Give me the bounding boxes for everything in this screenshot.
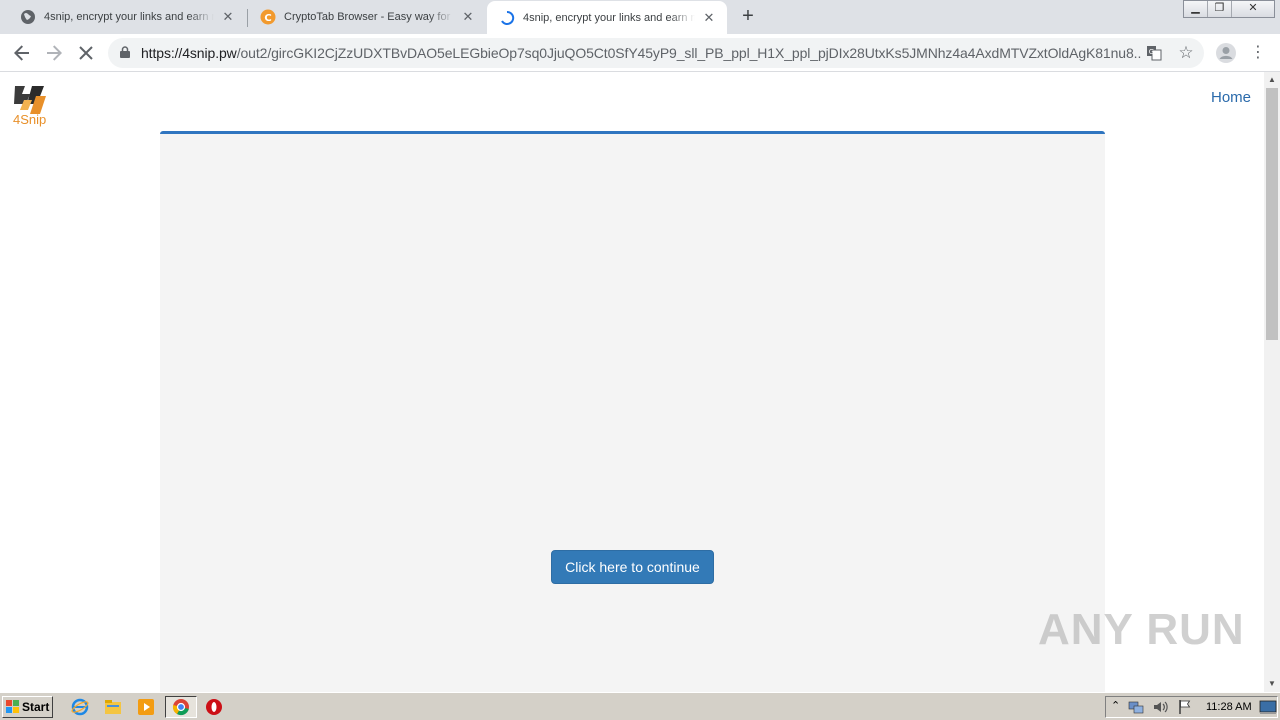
minimize-button[interactable]: ▁ (1184, 1, 1208, 17)
svg-text:G: G (1149, 48, 1154, 56)
action-center-flag-icon[interactable] (1177, 699, 1193, 715)
scrollbar-thumb[interactable] (1266, 88, 1278, 340)
globe-icon (20, 9, 36, 25)
chrome-icon (172, 699, 189, 716)
window-controls: ▁ ❐ ✕ (1183, 0, 1275, 18)
stop-loading-button[interactable] (72, 39, 100, 67)
start-button[interactable]: Start (2, 696, 53, 718)
anyrun-watermark: ANY RUN (1038, 605, 1250, 655)
show-desktop-icon[interactable] (1259, 699, 1277, 715)
internet-explorer-icon[interactable] (71, 698, 89, 716)
tab-title: CryptoTab Browser - Easy way for Bitcoin (284, 11, 454, 23)
watermark-text: ANY RUN (1038, 605, 1245, 654)
back-button[interactable] (8, 39, 36, 67)
account-icon (1216, 43, 1236, 63)
close-window-button[interactable]: ✕ (1232, 1, 1274, 17)
tab-cryptotab[interactable]: C CryptoTab Browser - Easy way for Bitco… (248, 0, 486, 34)
cryptotab-icon: C (260, 9, 276, 25)
lock-icon (120, 46, 130, 58)
network-icon[interactable] (1128, 699, 1144, 715)
close-icon[interactable]: ✕ (220, 9, 236, 25)
forward-button[interactable] (40, 39, 68, 67)
url-text: https://4snip.pw/out2/gircGKI2CjZzUDXTBv… (141, 45, 1141, 61)
tab-strip: 4snip, encrypt your links and earn money… (0, 0, 1280, 34)
volume-icon[interactable] (1152, 699, 1168, 715)
url-path: /out2/gircGKI2CjZzUDXTBvDAO5eLEGbieOp7sq… (236, 45, 1141, 61)
opera-icon[interactable] (205, 698, 223, 716)
address-bar[interactable]: https://4snip.pw/out2/gircGKI2CjZzUDXTBv… (108, 38, 1204, 68)
translate-icon[interactable]: G (1144, 43, 1164, 63)
profile-avatar[interactable] (1212, 39, 1240, 67)
loading-spinner-icon (499, 10, 515, 26)
close-icon[interactable]: ✕ (460, 9, 476, 25)
tab-4snip-1[interactable]: 4snip, encrypt your links and earn money… (8, 0, 246, 34)
scroll-up-arrow-icon[interactable]: ▲ (1264, 72, 1280, 88)
tab-4snip-active[interactable]: 4snip, encrypt your links and earn money… (487, 1, 727, 34)
menu-kebab-icon[interactable]: ⋮ (1244, 39, 1272, 67)
tab-title: 4snip, encrypt your links and earn money (523, 11, 695, 24)
restore-button[interactable]: ❐ (1208, 1, 1232, 17)
media-player-icon[interactable] (137, 698, 155, 716)
bookmark-star-icon[interactable]: ☆ (1176, 43, 1196, 63)
windows-logo-icon (6, 700, 19, 713)
url-host: https://4snip.pw (141, 45, 237, 61)
show-hidden-icons-icon[interactable]: ⌃ (1111, 699, 1120, 712)
arrow-left-icon (14, 45, 29, 61)
browser-toolbar: https://4snip.pw/out2/gircGKI2CjZzUDXTBv… (0, 34, 1280, 72)
stop-icon (79, 46, 93, 60)
vertical-scrollbar[interactable]: ▲ ▼ (1264, 72, 1280, 692)
close-icon[interactable]: ✕ (701, 10, 717, 26)
svg-text:C: C (264, 13, 271, 24)
page-viewport: 4Snip Home Click here to continue ANY RU… (0, 72, 1264, 692)
arrow-right-icon (47, 45, 62, 61)
start-label: Start (22, 700, 50, 714)
chrome-taskbar-button[interactable] (165, 696, 197, 718)
home-nav-link[interactable]: Home (1211, 89, 1251, 106)
continue-button[interactable]: Click here to continue (551, 550, 714, 584)
content-panel: Click here to continue (160, 131, 1105, 692)
file-explorer-icon[interactable] (104, 698, 122, 716)
play-triangle-icon (1249, 630, 1250, 631)
logo-text: 4Snip (13, 112, 47, 127)
windows-taskbar: Start ⌃ 11:28 AM (0, 692, 1280, 720)
new-tab-button[interactable]: + (736, 5, 760, 29)
system-clock[interactable]: 11:28 AM (1206, 701, 1252, 713)
scroll-down-arrow-icon[interactable]: ▼ (1264, 676, 1280, 692)
tab-title: 4snip, encrypt your links and earn money (44, 11, 214, 23)
